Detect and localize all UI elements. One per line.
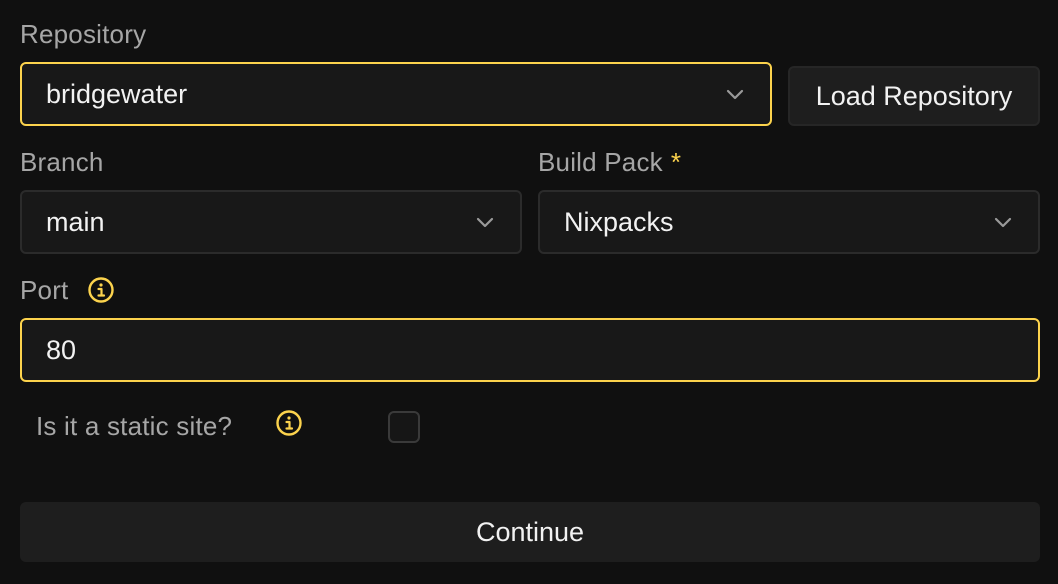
continue-button[interactable]: Continue [20,502,1040,562]
build-pack-label-text: Build Pack [538,147,663,177]
branch-select[interactable]: main [20,190,522,254]
chevron-down-icon [992,211,1014,233]
info-icon[interactable] [275,409,303,437]
chevron-down-icon [474,211,496,233]
load-repository-button[interactable]: Load Repository [788,66,1040,126]
port-value: 80 [46,334,77,365]
static-site-label: Is it a static site? [36,411,233,441]
static-site-checkbox[interactable] [388,411,420,443]
repository-select[interactable]: bridgewater [20,62,772,126]
chevron-down-icon [724,83,746,105]
repository-value: bridgewater [46,78,188,109]
branch-value: main [46,206,105,237]
repository-label: Repository [20,19,147,49]
build-pack-select[interactable]: Nixpacks [538,190,1040,254]
required-mark: * [670,147,682,177]
info-icon[interactable] [87,276,115,304]
new-resource-form: Repository bridgewater Load Repository B… [0,0,1058,584]
build-pack-label: Build Pack * [538,147,681,177]
branch-label: Branch [20,147,104,177]
port-label: Port [20,275,69,305]
port-input[interactable]: 80 [20,318,1040,382]
build-pack-value: Nixpacks [564,206,674,237]
